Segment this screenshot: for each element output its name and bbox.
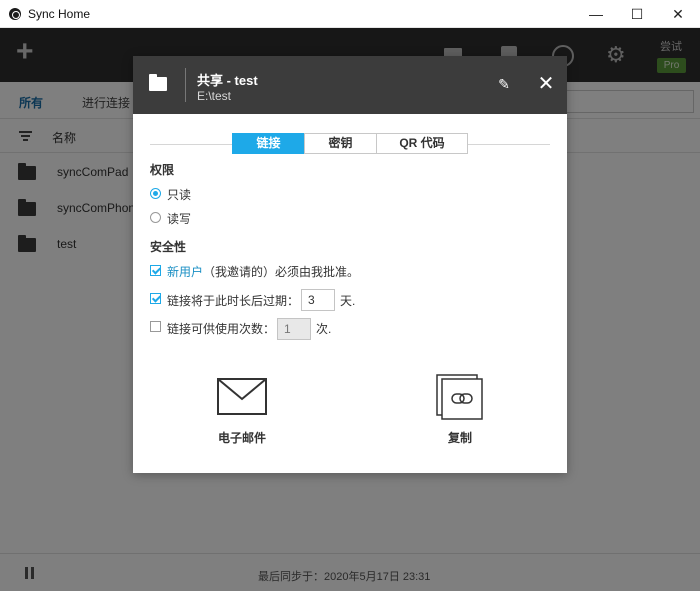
close-window-button[interactable]: ✕	[655, 0, 700, 28]
readwrite-radio[interactable]	[150, 212, 161, 223]
folder-path: E:\test	[197, 89, 232, 103]
share-dialog: 共享 - test E:\test ✎ ✕ 链接 密钥 QR 代码 权限 只读 …	[133, 56, 567, 473]
readonly-label[interactable]: 只读	[167, 186, 191, 203]
security-heading: 安全性	[150, 240, 187, 254]
link-uses-input: 1	[277, 318, 311, 340]
expire-days-input[interactable]: 3	[301, 289, 335, 311]
dialog-title: 共享 - test	[197, 73, 258, 88]
readonly-radio[interactable]	[150, 188, 161, 199]
maximize-button[interactable]: ☐	[614, 0, 660, 28]
expire-unit: 天.	[340, 294, 356, 308]
readwrite-label[interactable]: 读写	[167, 210, 191, 227]
link-uses-checkbox[interactable]	[150, 321, 161, 332]
edit-icon[interactable]: ✎	[496, 76, 512, 92]
approve-new-users-label[interactable]: 新用户（我邀请的）必须由我批准。	[167, 263, 359, 280]
approve-rest-text: （我邀请的）必须由我批准。	[203, 265, 360, 279]
header-divider	[185, 68, 186, 102]
tab-qr-code[interactable]: QR 代码	[376, 133, 468, 154]
link-expire-checkbox[interactable]	[150, 293, 161, 304]
minimize-button[interactable]: —	[573, 0, 619, 28]
folder-icon	[149, 74, 167, 91]
tab-link[interactable]: 链接	[232, 133, 305, 154]
tab-key[interactable]: 密钥	[304, 133, 377, 154]
link-expire-label[interactable]: 链接将于此时长后过期：	[167, 292, 299, 309]
uses-unit: 次.	[316, 322, 332, 336]
app-logo-icon	[9, 8, 21, 20]
email-icon[interactable]	[217, 378, 267, 415]
window-titlebar: Sync Home — ☐ ✕	[0, 0, 700, 28]
approve-new-users-checkbox[interactable]	[150, 265, 161, 276]
new-user-highlight: 新用户	[167, 265, 204, 279]
close-dialog-button[interactable]: ✕	[537, 74, 555, 94]
dialog-header: 共享 - test E:\test ✎ ✕	[133, 56, 567, 114]
email-action-label[interactable]: 电子邮件	[218, 429, 266, 446]
link-uses-label[interactable]: 链接可供使用次数：	[167, 320, 275, 337]
permissions-heading: 权限	[150, 163, 175, 177]
copy-action-label[interactable]: 复制	[448, 429, 472, 446]
copy-link-icon[interactable]	[436, 374, 484, 420]
window-title: Sync Home	[28, 7, 91, 21]
